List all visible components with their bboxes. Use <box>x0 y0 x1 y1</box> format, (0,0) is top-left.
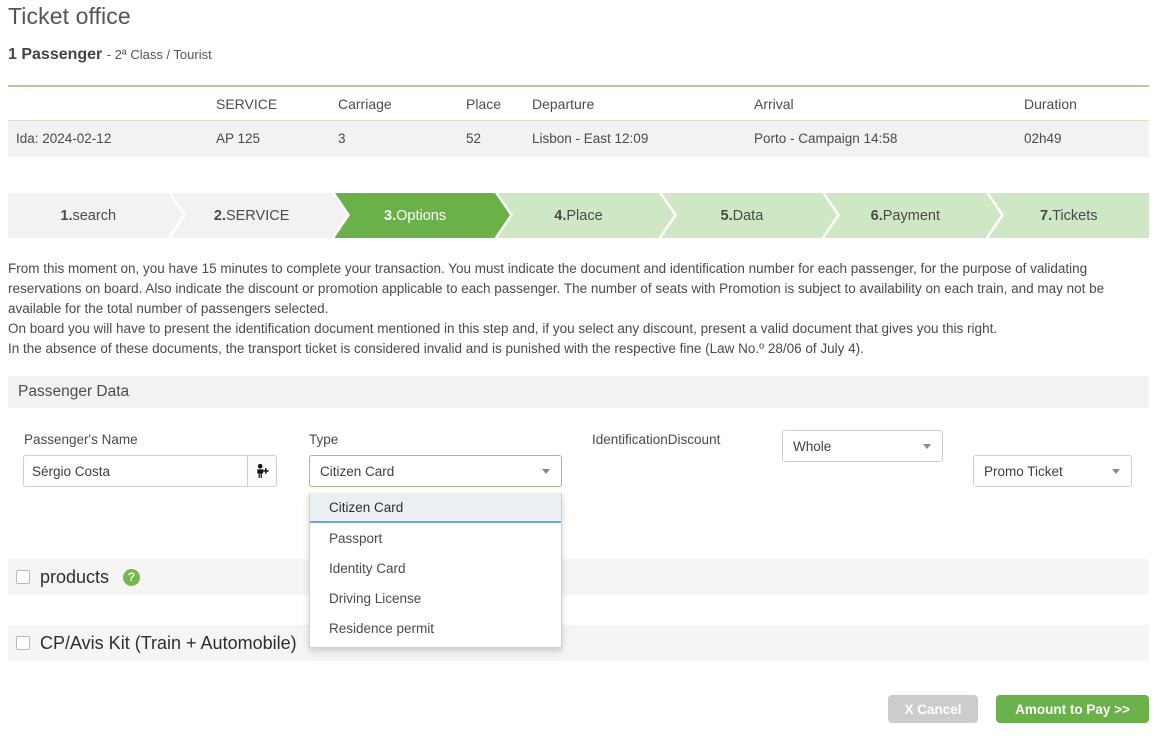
label-passenger-name: Passenger's Name <box>24 432 138 447</box>
kit-checkbox[interactable] <box>16 636 30 650</box>
identification-select[interactable]: Whole <box>782 430 943 462</box>
kit-row: CP/Avis Kit (Train + Automobile) <box>8 625 1149 661</box>
table-header-row: SERVICE Carriage Place Departure Arrival… <box>8 85 1149 121</box>
step-number: 1. <box>60 207 73 224</box>
products-label: products <box>40 566 110 587</box>
step-label: Options <box>396 207 447 224</box>
cell-date: Ida: 2024-02-12 <box>8 120 216 157</box>
type-select-value: Citizen Card <box>320 463 395 479</box>
step-payment[interactable]: 6.Payment <box>825 193 1005 238</box>
dropdown-option-residence-permit[interactable]: Residence permit <box>310 613 561 643</box>
step-options[interactable]: 3.Options <box>334 193 514 238</box>
kit-label: CP/Avis Kit (Train + Automobile) <box>40 632 297 653</box>
type-select[interactable]: Citizen Card <box>309 455 562 487</box>
passenger-data-title: Passenger Data <box>18 383 130 400</box>
step-label: Tickets <box>1052 207 1098 224</box>
passenger-summary: 1 Passenger - 2ª Class / Tourist <box>8 46 212 64</box>
discount-select-value: Promo Ticket <box>984 463 1063 479</box>
instructions-line-3: In the absence of these documents, the t… <box>8 341 864 356</box>
class-info: - 2ª Class / Tourist <box>106 47 212 62</box>
col-duration: Duration <box>1024 85 1149 121</box>
type-select-dropdown: Citizen Card Passport Identity Card Driv… <box>309 493 562 648</box>
products-checkbox[interactable] <box>16 570 30 584</box>
page-title: Ticket office <box>8 3 131 29</box>
instructions-line-1: From this moment on, you have 15 minutes… <box>8 261 1105 316</box>
step-number: 6. <box>870 207 883 224</box>
step-label: SERVICE <box>225 207 290 224</box>
step-number: 2. <box>213 207 226 224</box>
chevron-down-icon <box>923 444 931 449</box>
passenger-data-header: Passenger Data <box>8 376 1149 408</box>
discount-select[interactable]: Promo Ticket <box>973 455 1132 487</box>
col-departure: Departure <box>532 85 754 121</box>
journey-table: SERVICE Carriage Place Departure Arrival… <box>8 85 1149 157</box>
step-number: 7. <box>1040 207 1053 224</box>
ticket-office-page: Ticket office 1 Passenger - 2ª Class / T… <box>0 0 1165 747</box>
step-label: Place <box>566 207 603 224</box>
journey-table-body: Ida: 2024-02-12 AP 125 3 52 Lisbon - Eas… <box>8 120 1149 157</box>
step-number: 5. <box>720 207 733 224</box>
step-label: Payment <box>882 207 940 224</box>
dropdown-option-passport[interactable]: Passport <box>310 523 561 553</box>
col-carriage: Carriage <box>338 85 466 121</box>
journey-table-header: SERVICE Carriage Place Departure Arrival… <box>8 85 1149 121</box>
step-number: 4. <box>554 207 567 224</box>
products-row: products ? <box>8 559 1149 595</box>
chevron-down-icon <box>542 469 550 474</box>
dropdown-option-identity-card[interactable]: Identity Card <box>310 553 561 583</box>
col-date <box>8 85 216 121</box>
dropdown-option-citizen-card[interactable]: Citizen Card <box>310 493 561 523</box>
chevron-down-icon <box>1112 469 1120 474</box>
step-search[interactable]: 1.search <box>8 193 187 238</box>
cell-carriage: 3 <box>338 120 466 157</box>
step-place[interactable]: 4.Place <box>498 193 678 238</box>
col-place: Place <box>466 85 532 121</box>
step-number: 3. <box>384 207 397 224</box>
amount-to-pay-button[interactable]: Amount to Pay >> <box>996 695 1149 723</box>
person-add-icon <box>256 463 269 478</box>
passenger-name-group <box>23 455 277 487</box>
passenger-count: 1 Passenger <box>8 46 103 63</box>
cancel-button[interactable]: X Cancel <box>888 695 978 723</box>
step-data[interactable]: 5.Data <box>661 193 841 238</box>
label-type: Type <box>309 432 339 447</box>
identification-select-value: Whole <box>793 438 832 454</box>
instructions-line-2: On board you will have to present the id… <box>8 321 998 336</box>
step-tickets[interactable]: 7.Tickets <box>988 193 1149 238</box>
cell-place: 52 <box>466 120 532 157</box>
step-label: Data <box>732 207 764 224</box>
add-passenger-button[interactable] <box>247 455 277 487</box>
label-identification-discount: IdentificationDiscount <box>592 432 721 447</box>
instructions-block: From this moment on, you have 15 minutes… <box>8 259 1143 359</box>
cell-duration: 02h49 <box>1024 120 1149 157</box>
help-icon[interactable]: ? <box>123 568 141 586</box>
table-row: Ida: 2024-02-12 AP 125 3 52 Lisbon - Eas… <box>8 120 1149 157</box>
step-wizard: 1.search 2.SERVICE 3.Options 4.Place 5.D… <box>8 193 1149 238</box>
step-label: search <box>72 207 117 224</box>
cell-service: AP 125 <box>216 120 338 157</box>
passenger-name-input[interactable] <box>23 455 247 487</box>
col-arrival: Arrival <box>754 85 1024 121</box>
col-service: SERVICE <box>216 85 338 121</box>
dropdown-option-driving-license[interactable]: Driving License <box>310 583 561 613</box>
cell-arrival: Porto - Campaign 14:58 <box>754 120 1024 157</box>
step-service[interactable]: 2.SERVICE <box>171 193 351 238</box>
cell-departure: Lisbon - East 12:09 <box>532 120 754 157</box>
